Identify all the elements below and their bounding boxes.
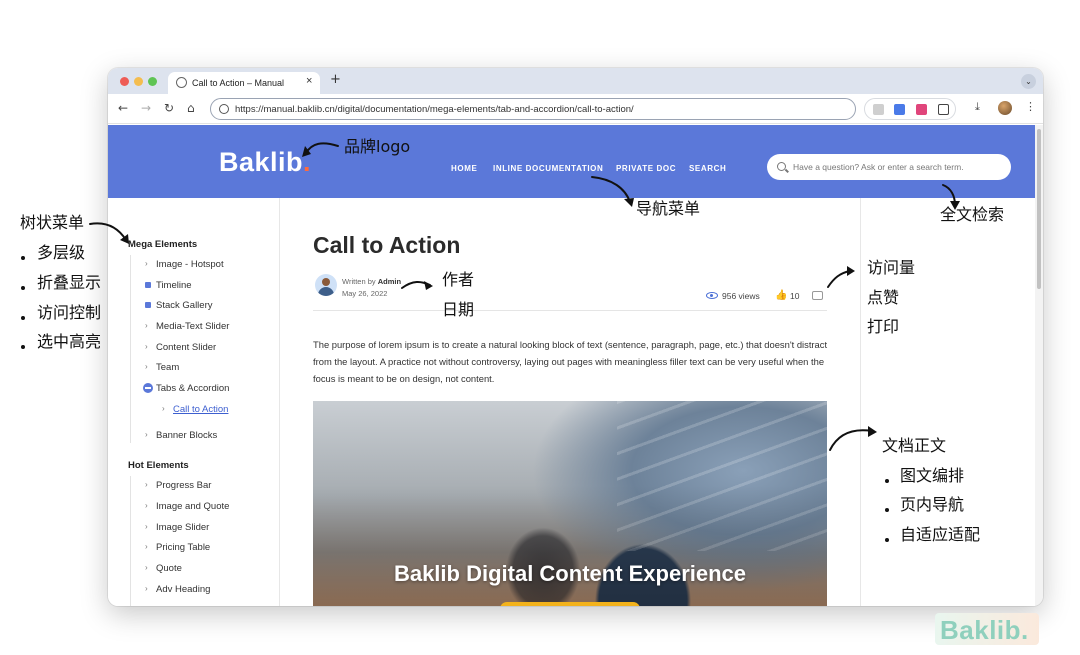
arrowhead-doc-body (868, 426, 877, 437)
annotation-nav-menu: 导航菜单 (636, 199, 701, 218)
annotation-likes: 点赞 (867, 288, 900, 307)
annotation-doc-feature: 图文编排 (900, 466, 965, 485)
bullet (21, 345, 25, 349)
arrowhead-stats (847, 266, 855, 276)
annotation-print: 打印 (867, 317, 900, 336)
arrowhead-author (424, 281, 433, 290)
annotation-tree-menu: 树状菜单 (20, 213, 85, 232)
arrow-tree-menu (89, 222, 127, 241)
annotation-doc-body: 文档正文 (882, 436, 947, 455)
annotation-author: 作者 (442, 270, 475, 289)
bullet (885, 538, 889, 542)
arrow-stats (827, 270, 851, 288)
bullet (21, 316, 25, 320)
annotation-doc-feature: 自适应适配 (900, 525, 981, 544)
annotation-tree-feature: 访问控制 (37, 303, 102, 322)
arrow-doc-body (829, 429, 873, 451)
annotation-doc-feature: 页内导航 (900, 495, 965, 514)
annotation-tree-feature: 多层级 (37, 243, 86, 262)
annotation-tree-feature: 选中高亮 (37, 332, 102, 351)
arrowhead-tree-menu (120, 234, 129, 244)
annotation-views: 访问量 (867, 258, 916, 277)
annotation-arrows (89, 142, 960, 451)
annotation-brand-logo: 品牌logo (344, 137, 411, 156)
bullet (885, 508, 889, 512)
bullet (21, 256, 25, 260)
annotation-date: 日期 (442, 300, 475, 319)
bullet (885, 479, 889, 483)
baklib-watermark-logo: Baklib. (935, 613, 1039, 645)
annotation-search: 全文检索 (940, 205, 1005, 224)
arrowhead-nav-menu (624, 198, 634, 207)
slide: Call to Action – Manual × + ⌄ ← → ↻ ⌂ ht… (0, 0, 1080, 655)
bullet (21, 286, 25, 290)
arrow-nav-menu (591, 176, 631, 203)
arrow-brand-logo (305, 142, 339, 154)
annotation-tree-feature: 折叠显示 (37, 273, 102, 292)
